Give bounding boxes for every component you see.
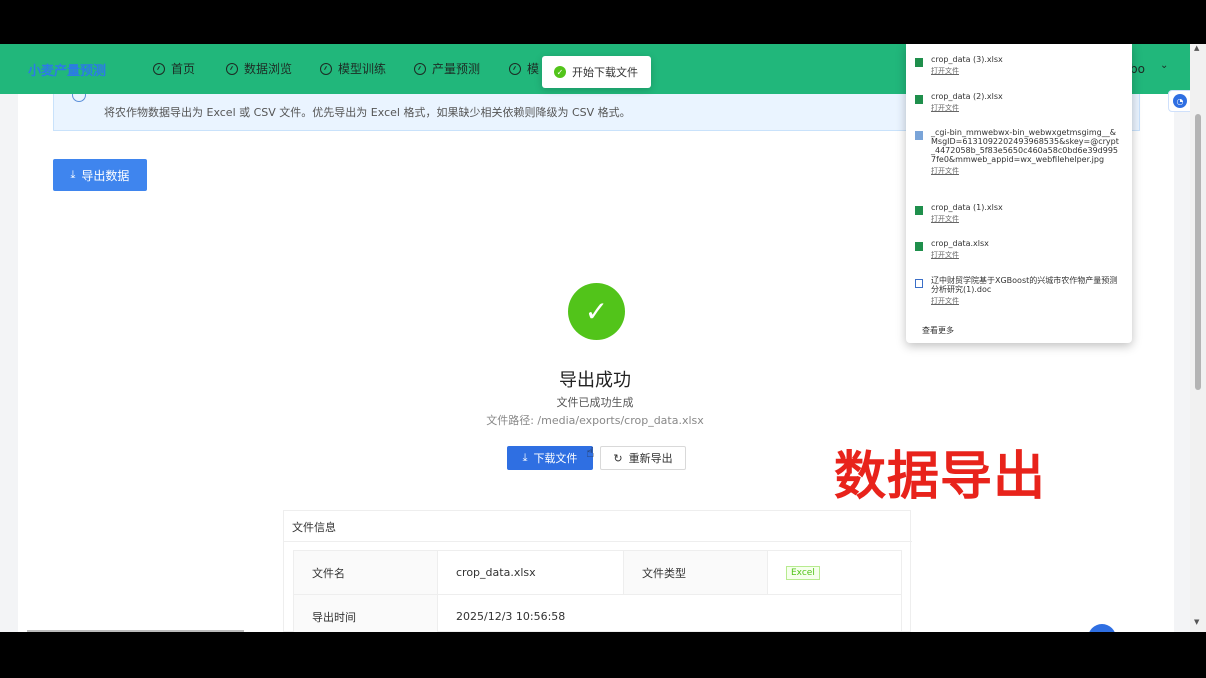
success-check-icon: ✓ <box>568 283 625 340</box>
scrollbar-thumb[interactable] <box>1195 114 1201 390</box>
nav-item-partial[interactable]: 模 <box>509 60 539 77</box>
page-gutter-left <box>0 94 18 632</box>
image-file-icon <box>915 131 923 140</box>
table-row: 导出时间 2025/12/3 10:56:58 <box>293 594 902 632</box>
download-file-label: 下载文件 <box>533 452 578 465</box>
hand-cursor-icon: ☝ <box>586 445 595 461</box>
nav-item-data-browse[interactable]: 数据浏览 <box>226 60 292 77</box>
success-icon: ✓ <box>554 66 566 78</box>
nav-item-label: 模 <box>527 62 540 76</box>
nav-item-label: 数据浏览 <box>244 62 293 76</box>
file-name-value: crop_data.xlsx <box>437 550 624 595</box>
browser-downloads-panel: crop_data (3).xlsx 打开文件 crop_data (2).xl… <box>906 44 1132 343</box>
chevron-down-icon[interactable]: ⌄ <box>1160 60 1168 71</box>
download-toast: ✓ 开始下载文件 <box>542 56 651 88</box>
excel-file-icon <box>915 58 923 67</box>
reexport-label: 重新导出 <box>628 452 673 465</box>
download-file-name: _cgi-bin_mmwebwx-bin_webwxgetmsgimg__&Ms… <box>931 128 1119 164</box>
open-file-link[interactable]: 打开文件 <box>931 296 1121 306</box>
excel-file-icon <box>915 206 923 215</box>
download-item[interactable]: _cgi-bin_mmwebwx-bin_webwxgetmsgimg__&Ms… <box>915 128 1121 176</box>
dashboard-icon <box>414 62 426 75</box>
vertical-scrollbar[interactable]: ▲ ▼ <box>1190 44 1206 632</box>
toast-message: 开始下载文件 <box>572 66 638 79</box>
result-subtitle: 文件已成功生成 <box>556 396 634 409</box>
nav-item-yield-prediction[interactable]: 产量预测 <box>414 60 480 77</box>
user-name[interactable]: bo <box>1130 62 1145 76</box>
cloud-icon: ◔ <box>1173 94 1187 108</box>
export-time-value: 2025/12/3 10:56:58 <box>437 594 902 632</box>
download-item[interactable]: crop_data (1).xlsx 打开文件 <box>915 203 1121 224</box>
horizontal-scroll-indicator <box>27 630 244 632</box>
open-file-link[interactable]: 打开文件 <box>931 66 1121 76</box>
file-type-cell: Excel <box>767 550 902 595</box>
browser-viewport: 将农作物数据导出为 Excel 或 CSV 文件。优先导出为 Excel 格式，… <box>0 44 1206 632</box>
open-file-link[interactable]: 打开文件 <box>931 166 1121 176</box>
see-more-link[interactable]: 查看更多 <box>922 325 954 336</box>
scroll-up-arrow-icon[interactable]: ▲ <box>1194 44 1199 52</box>
file-type-label: 文件类型 <box>623 550 768 595</box>
file-info-table: 文件名 crop_data.xlsx 文件类型 Excel 导出时间 2025/… <box>293 550 902 632</box>
nav-item-model-training[interactable]: 模型训练 <box>320 60 386 77</box>
reexport-button[interactable]: ↻ 重新导出 <box>600 446 686 470</box>
download-item[interactable]: crop_data (2).xlsx 打开文件 <box>915 92 1121 113</box>
nav-item-label: 首页 <box>171 62 196 76</box>
download-file-name: crop_data (3).xlsx <box>931 55 1003 64</box>
dashboard-icon <box>509 62 521 75</box>
download-file-name: crop_data (1).xlsx <box>931 203 1003 212</box>
result-title: 导出成功 <box>559 370 631 391</box>
file-type-tag: Excel <box>786 566 820 580</box>
download-file-name: crop_data.xlsx <box>931 239 989 248</box>
page-gutter-right <box>1174 94 1190 632</box>
scroll-down-arrow-icon[interactable]: ▼ <box>1194 618 1199 626</box>
nav-item-label: 模型训练 <box>338 62 387 76</box>
nav-item-home[interactable]: 首页 <box>153 60 195 77</box>
open-file-link[interactable]: 打开文件 <box>931 214 1121 224</box>
word-file-icon <box>915 279 923 288</box>
download-file-name: crop_data (2).xlsx <box>931 92 1003 101</box>
dashboard-icon <box>153 62 165 75</box>
download-file-button[interactable]: ⤓ 下载文件 <box>507 446 593 470</box>
export-data-button[interactable]: ⤓ 导出数据 <box>53 159 147 191</box>
excel-file-icon <box>915 242 923 251</box>
open-file-link[interactable]: 打开文件 <box>931 250 1121 260</box>
download-item[interactable]: crop_data (3).xlsx 打开文件 <box>915 55 1121 76</box>
video-caption-overlay: 数据导出 <box>834 447 1047 507</box>
download-icon: ⤓ <box>522 451 528 464</box>
export-time-label: 导出时间 <box>293 594 438 632</box>
refresh-icon: ↻ <box>613 451 623 465</box>
nav-item-label: 产量预测 <box>432 62 481 76</box>
open-file-link[interactable]: 打开文件 <box>931 103 1121 113</box>
table-row: 文件名 crop_data.xlsx 文件类型 Excel <box>293 550 902 595</box>
divider <box>284 541 912 542</box>
alert-description: 将农作物数据导出为 Excel 或 CSV 文件。优先导出为 Excel 格式，… <box>104 106 631 119</box>
app-brand[interactable]: 小麦产量预测 <box>28 60 106 79</box>
download-file-name: 辽中财贸学院基于XGBoost的兴城市农作物产量预测分析研究(1).doc <box>931 276 1118 294</box>
download-item[interactable]: 辽中财贸学院基于XGBoost的兴城市农作物产量预测分析研究(1).doc 打开… <box>915 276 1121 306</box>
card-title: 文件信息 <box>292 521 336 534</box>
excel-file-icon <box>915 95 923 104</box>
file-name-label: 文件名 <box>293 550 438 595</box>
file-info-card: 文件信息 文件名 crop_data.xlsx 文件类型 Excel 导出时间 … <box>283 510 912 632</box>
download-icon: ⤓ <box>70 168 76 181</box>
file-path: 文件路径: /media/exports/crop_data.xlsx <box>486 414 704 427</box>
download-item[interactable]: crop_data.xlsx 打开文件 <box>915 239 1121 260</box>
export-data-label: 导出数据 <box>81 168 130 183</box>
dashboard-icon <box>320 62 332 75</box>
dashboard-icon <box>226 62 238 75</box>
